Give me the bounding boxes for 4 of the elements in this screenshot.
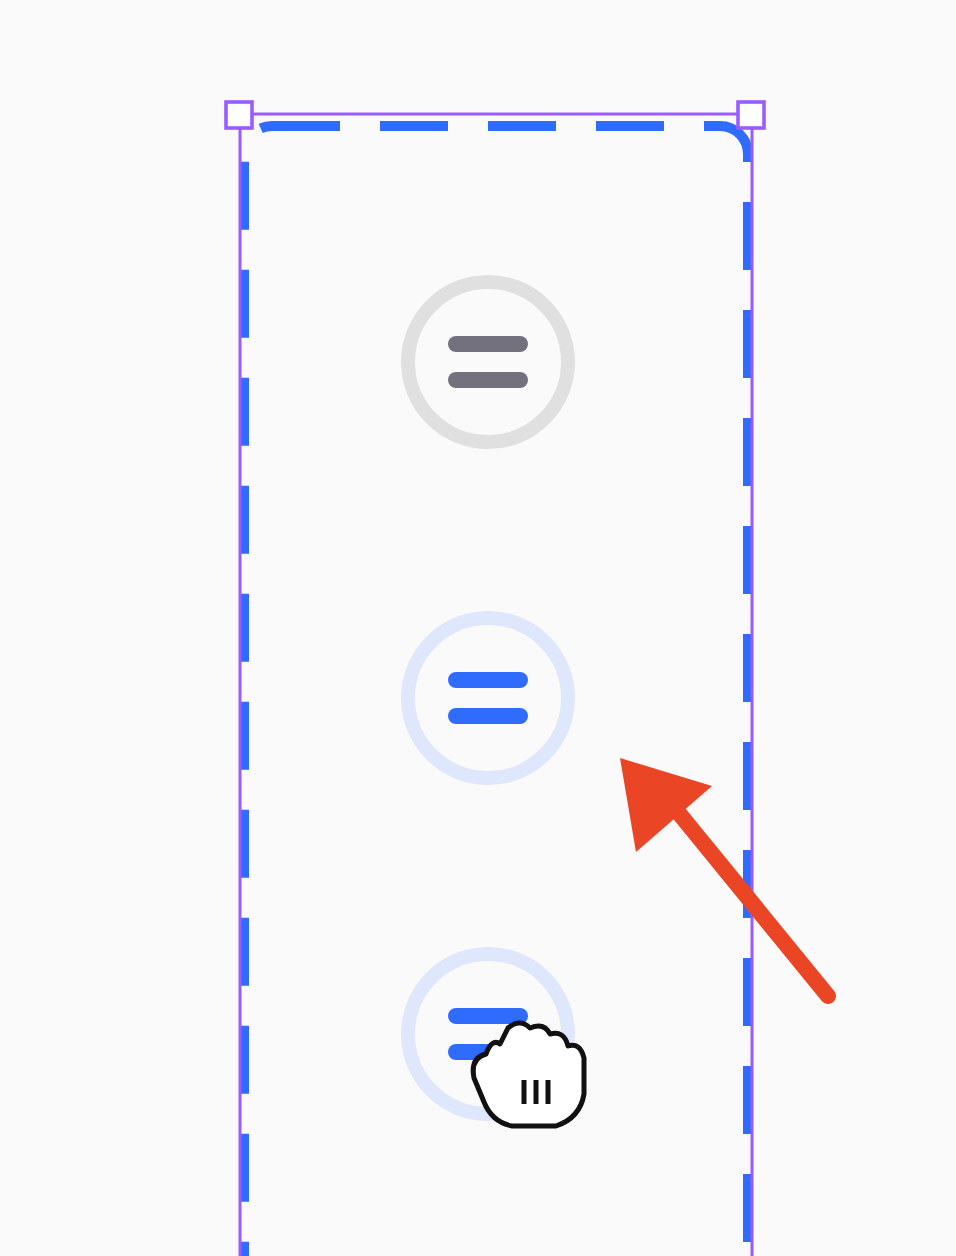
drag-handle-icon[interactable] [401,275,575,449]
drag-handle-icon[interactable] [401,611,575,785]
resize-handle[interactable] [224,100,254,130]
resize-handle[interactable] [736,100,766,130]
